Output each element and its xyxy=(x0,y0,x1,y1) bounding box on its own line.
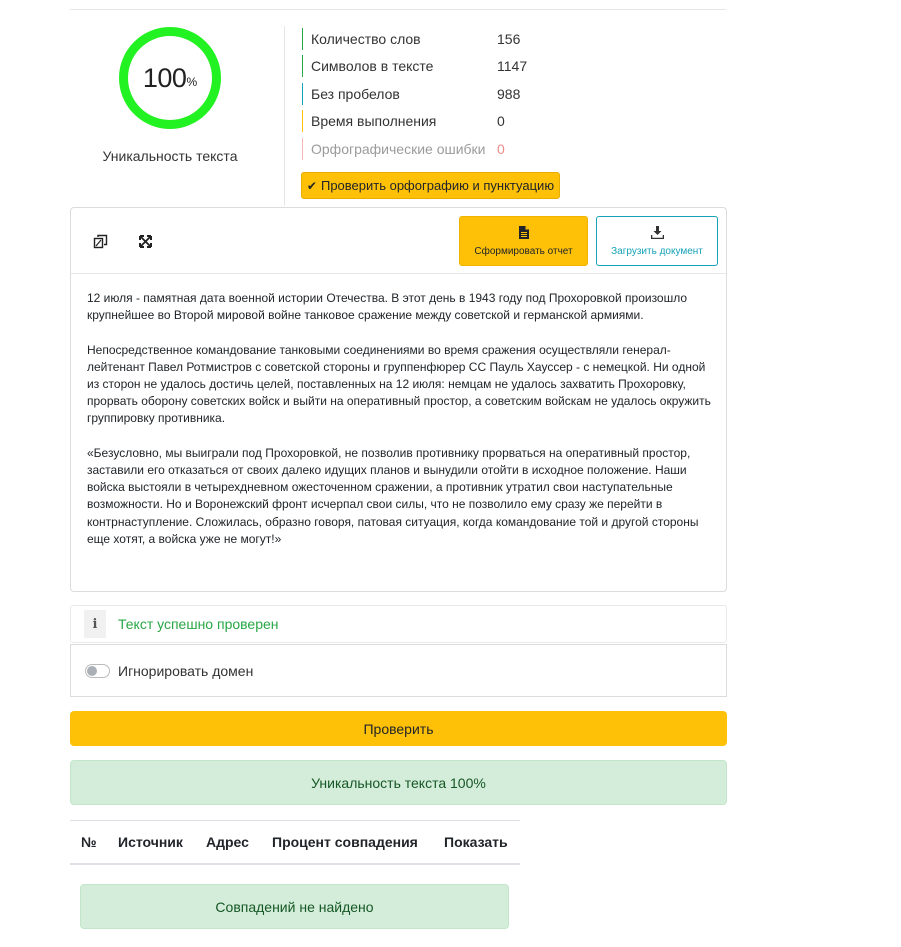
stat-value: 156 xyxy=(497,31,521,47)
uniqueness-unit: % xyxy=(186,75,198,89)
status-message: i Текст успешно проверен xyxy=(70,605,727,643)
stat-label: Символов в тексте xyxy=(311,58,434,74)
stat-label: Орфографические ошибки xyxy=(311,141,486,157)
stat-char-count: Символов в тексте 1147 xyxy=(302,55,527,77)
generate-report-label: Сформировать отчет xyxy=(474,245,573,257)
check-spelling-button[interactable]: ✔ Проверить орфографию и пунктуацию xyxy=(301,172,560,199)
stat-color-bar xyxy=(302,55,303,77)
text-paragraph: «Безусловно, мы выиграли под Прохоровкой… xyxy=(87,445,699,546)
download-icon xyxy=(650,225,664,240)
copy-icon[interactable] xyxy=(91,232,109,250)
ignore-domain-toggle[interactable] xyxy=(85,663,110,678)
uniqueness-gauge: 100% xyxy=(118,26,222,130)
editor-toolbar: Сформировать отчет Загрузить документ xyxy=(71,208,726,274)
file-icon xyxy=(518,225,529,240)
top-divider xyxy=(70,9,726,10)
upload-document-label: Загрузить документ xyxy=(611,245,703,257)
status-text: Текст успешно проверен xyxy=(118,616,279,632)
stat-spelling-errors: Орфографические ошибки 0 xyxy=(302,138,505,160)
col-number: № xyxy=(81,834,97,850)
stat-color-bar xyxy=(302,110,303,132)
check-icon: ✔ xyxy=(306,178,317,193)
text-paragraph: 12 июля - памятная дата военной истории … xyxy=(87,291,688,323)
upload-document-button[interactable]: Загрузить документ xyxy=(596,216,718,266)
uniqueness-label: Уникальность текста xyxy=(102,148,238,164)
uniqueness-result-alert: Уникальность текста 100% xyxy=(70,760,727,805)
check-button[interactable]: Проверить xyxy=(70,711,727,746)
results-table: № Источник Адрес Процент совпадения Пока… xyxy=(70,820,520,865)
stat-word-count: Количество слов 156 xyxy=(302,28,520,50)
stat-value: 1147 xyxy=(497,58,528,74)
stat-no-spaces: Без пробелов 988 xyxy=(302,83,520,105)
ignore-domain-label: Игнорировать домен xyxy=(118,662,254,679)
text-editor[interactable]: Сформировать отчет Загрузить документ 12… xyxy=(70,207,727,592)
col-show: Показать xyxy=(444,834,508,850)
stat-label: Количество слов xyxy=(311,31,421,47)
toggle-knob xyxy=(87,665,97,676)
text-paragraph: Непосредственное командование танковыми … xyxy=(87,342,711,426)
stat-color-bar xyxy=(302,28,303,50)
col-match-percent: Процент совпадения xyxy=(272,834,418,850)
vertical-divider xyxy=(284,26,285,206)
generate-report-button[interactable]: Сформировать отчет xyxy=(459,216,588,266)
uniqueness-value: 100 xyxy=(142,62,187,93)
stat-color-bar xyxy=(302,83,303,105)
stat-exec-time: Время выполнения 0 xyxy=(302,110,505,132)
no-matches-alert: Совпадений не найдено xyxy=(80,884,509,929)
check-spelling-label: Проверить орфографию и пунктуацию xyxy=(320,178,555,193)
stat-value: 0 xyxy=(497,113,505,129)
stat-value: 988 xyxy=(497,86,521,102)
col-source: Источник xyxy=(118,834,183,850)
stat-value: 0 xyxy=(497,141,505,157)
table-header: № Источник Адрес Процент совпадения Пока… xyxy=(70,821,520,865)
col-address: Адрес xyxy=(206,834,249,850)
ignore-domain-row: Игнорировать домен xyxy=(70,644,727,697)
info-icon: i xyxy=(84,610,106,638)
expand-icon[interactable] xyxy=(136,232,154,250)
stat-label: Без пробелов xyxy=(311,86,400,102)
stat-color-bar xyxy=(302,138,303,160)
editor-text[interactable]: 12 июля - памятная дата военной истории … xyxy=(87,290,712,565)
stat-label: Время выполнения xyxy=(311,113,437,129)
